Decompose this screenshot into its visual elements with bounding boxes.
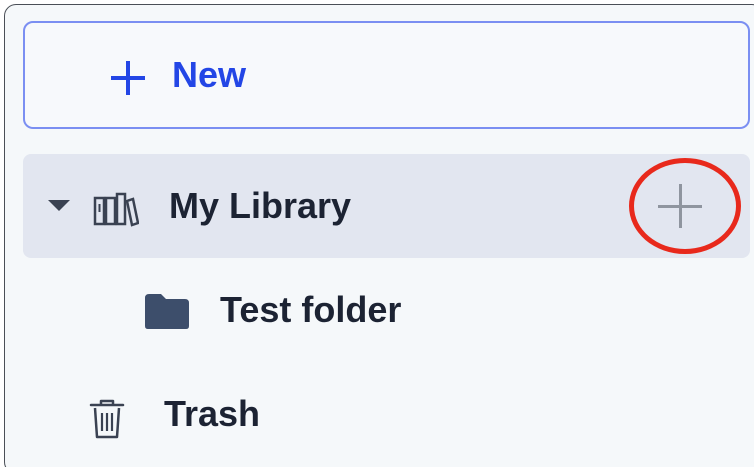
tree-item-trash[interactable]: Trash <box>23 360 750 464</box>
tree-item-label: Test folder <box>220 289 402 330</box>
tree-item-label: My Library <box>169 185 352 226</box>
tree-item-label: Trash <box>164 393 261 434</box>
plus-icon <box>111 61 145 95</box>
new-button-label: New <box>172 54 247 95</box>
new-button[interactable]: New <box>23 21 750 129</box>
folder-icon <box>145 294 189 329</box>
tree-item-test-folder[interactable]: Test folder <box>23 258 750 362</box>
trash-icon <box>89 399 125 439</box>
library-icon <box>93 192 139 227</box>
add-subfolder-button[interactable] <box>658 184 702 228</box>
tree-item-my-library[interactable]: My Library <box>23 154 750 258</box>
caret-down-icon[interactable] <box>48 200 70 211</box>
